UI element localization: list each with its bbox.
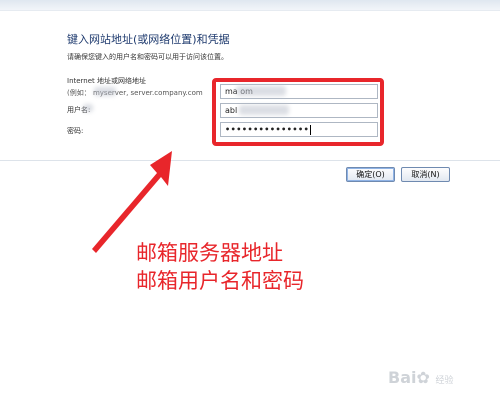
- paw-icon: ✿: [416, 368, 430, 387]
- baidu-watermark: Bai✿ 经验: [388, 368, 453, 387]
- annotation-arrow: [92, 151, 172, 253]
- annotation-line-2: 邮箱用户名和密码: [136, 269, 304, 293]
- watermark-suffix: 经验: [435, 376, 454, 386]
- watermark-brand: Bai: [388, 368, 417, 387]
- annotation-line-1: 邮箱服务器地址: [136, 241, 283, 265]
